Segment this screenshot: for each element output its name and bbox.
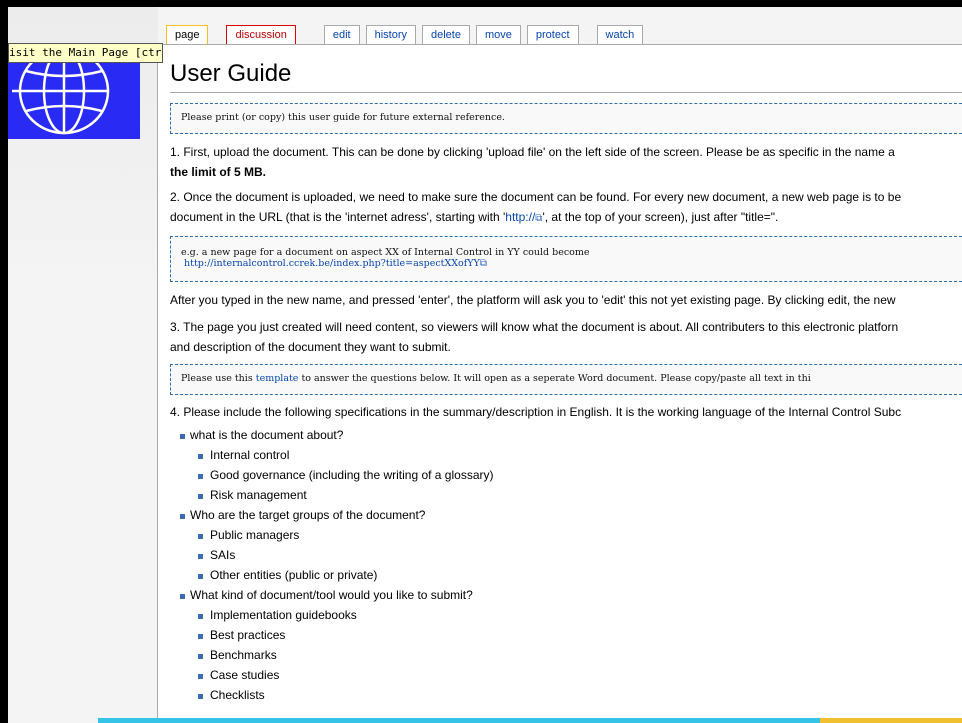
list-item-text: Best practices [210, 628, 286, 642]
step-2-text: 2. Once the document is uploaded, we nee… [170, 187, 962, 229]
example-url-link[interactable]: http://internalcontrol.ccrek.be/index.ph… [184, 258, 480, 269]
list-item: SAIs [170, 545, 962, 565]
step-2-line2-post: ', at the top of your screen), just afte… [542, 210, 779, 224]
list-item-text: Benchmarks [210, 648, 277, 662]
external-link-icon: ⧉ [479, 258, 487, 269]
list-item-text: Other entities (public or private) [210, 568, 378, 582]
step-2-line1: 2. Once the document is uploaded, we nee… [170, 190, 902, 204]
step-3-text: 3. The page you just created will need c… [170, 317, 962, 357]
list-item: Public managers [170, 525, 962, 545]
list-item: Benchmarks [170, 645, 962, 665]
bullet-icon [180, 434, 185, 439]
list-item-text: Risk management [210, 488, 307, 502]
step-1-text: 1. First, upload the document. This can … [170, 142, 962, 182]
example-url-box: e.g. a new page for a document on aspect… [170, 236, 962, 282]
list-item-text: Internal control [210, 448, 290, 462]
bullet-icon [198, 614, 203, 619]
list-item: Internal control [170, 445, 962, 465]
step-4-text: 4. Please include the following specific… [170, 405, 902, 419]
after-typing-text: After you typed in the new name, and pre… [170, 293, 896, 307]
bullet-icon [198, 634, 203, 639]
bullet-icon [198, 534, 203, 539]
bullet-icon [198, 474, 203, 479]
list-item-text: Good governance (including the writing o… [210, 468, 494, 482]
template-post: to answer the questions below. It will o… [298, 373, 811, 384]
specifications-list: what is the document about? Internal con… [170, 425, 962, 705]
tooltip: isit the Main Page [ctrl-alt-z] [8, 43, 163, 63]
bullet-icon [198, 454, 203, 459]
list-item: Case studies [170, 665, 962, 685]
list-item-text: Checklists [210, 688, 265, 702]
list-item: Who are the target groups of the documen… [170, 505, 962, 525]
bullet-icon [198, 694, 203, 699]
list-item: Other entities (public or private) [170, 565, 962, 585]
tab-edit[interactable]: edit [323, 25, 360, 45]
step-3-line1: 3. The page you just created will need c… [170, 320, 899, 334]
print-notice-box: Please print (or copy) this user guide f… [170, 103, 962, 134]
bullet-icon [198, 554, 203, 559]
browser-frame: isit the Main Page [ctrl-alt-z] page dis… [8, 7, 962, 723]
list-item-text: Who are the target groups of the documen… [190, 508, 426, 522]
bullet-icon [198, 654, 203, 659]
list-item: what is the document about? [170, 425, 962, 445]
list-item: Checklists [170, 685, 962, 705]
example-text: e.g. a new page for a document on aspect… [181, 247, 590, 258]
list-item: Implementation guidebooks [170, 605, 962, 625]
tab-delete[interactable]: delete [422, 25, 470, 45]
bullet-icon [180, 514, 185, 519]
tab-protect[interactable]: protect [526, 25, 579, 45]
bullet-icon [198, 494, 203, 499]
bullet-icon [180, 594, 185, 599]
list-item-text: Implementation guidebooks [210, 608, 357, 622]
list-item-text: Case studies [210, 668, 280, 682]
list-item-text: What kind of document/tool would you lik… [190, 588, 473, 602]
bullet-icon [198, 574, 203, 579]
list-item: Best practices [170, 625, 962, 645]
list-item-text: Public managers [210, 528, 300, 542]
tab-page[interactable]: page [166, 25, 209, 45]
tab-move[interactable]: move [475, 25, 521, 45]
list-item: Good governance (including the writing o… [170, 465, 962, 485]
list-item-text: what is the document about? [190, 428, 344, 442]
tab-watch[interactable]: watch [596, 25, 644, 45]
template-pre: Please use this [181, 373, 256, 384]
taskbar-strip [98, 718, 820, 723]
tab-discussion[interactable]: discussion [226, 25, 296, 45]
list-item-text: SAIs [210, 548, 236, 562]
template-notice-box: Please use this template to answer the q… [170, 364, 962, 395]
list-item: What kind of document/tool would you lik… [170, 585, 962, 605]
content-area: User Guide Please print (or copy) this u… [157, 44, 962, 723]
page-tabs: page discussion edit history delete move… [166, 25, 649, 45]
step-1-line: 1. First, upload the document. This can … [170, 145, 895, 159]
page-title: User Guide [170, 59, 962, 93]
step-3-line2: and description of the document they wan… [170, 340, 451, 354]
template-link[interactable]: template [256, 373, 299, 384]
bullet-icon [198, 674, 203, 679]
list-item: Risk management [170, 485, 962, 505]
size-limit-text: the limit of 5 MB. [170, 165, 266, 179]
tab-history[interactable]: history [365, 25, 416, 45]
http-link[interactable]: http:// [505, 210, 535, 224]
step-2-line2-pre: document in the URL (that is the 'intern… [170, 210, 506, 224]
taskbar-strip-accent [820, 718, 962, 723]
